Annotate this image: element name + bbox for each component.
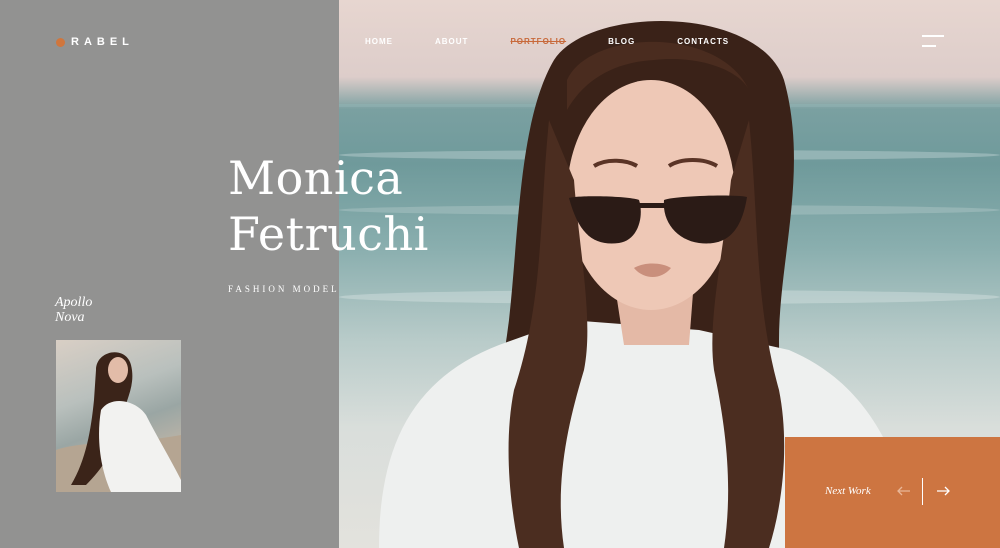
hamburger-menu-icon[interactable] bbox=[922, 35, 944, 49]
main-nav: HOME ABOUT PORTFOLIO BLOG CONTACTS bbox=[365, 36, 771, 48]
nav-item-blog[interactable]: BLOG bbox=[608, 36, 635, 48]
arrow-divider bbox=[922, 478, 923, 505]
page-title: Monica Fetruchi bbox=[228, 150, 429, 262]
page-subtitle: FASHION MODEL bbox=[228, 284, 340, 294]
nav-item-portfolio[interactable]: PORTFOLIO bbox=[510, 36, 566, 48]
brand-name: RABEL bbox=[71, 36, 134, 48]
thumbnail-figure bbox=[56, 352, 181, 492]
nav-item-contacts[interactable]: CONTACTS bbox=[677, 36, 729, 48]
arrow-left-icon[interactable] bbox=[896, 483, 912, 499]
caption-line-last: Nova bbox=[55, 310, 85, 325]
portfolio-thumbnail[interactable] bbox=[56, 340, 181, 492]
thumbnail-caption: Apollo Nova bbox=[55, 295, 92, 325]
title-line-first: Monica bbox=[228, 151, 404, 205]
title-line-last: Fetruchi bbox=[228, 207, 429, 261]
menu-bar bbox=[922, 45, 936, 47]
caption-line-first: Apollo bbox=[55, 295, 93, 310]
logo-dot-icon bbox=[56, 37, 65, 47]
menu-bar bbox=[922, 35, 944, 37]
next-work-panel: Next Work bbox=[785, 437, 1000, 548]
arrow-right-icon[interactable] bbox=[935, 483, 951, 499]
next-work-label[interactable]: Next Work bbox=[825, 485, 871, 497]
nav-item-home[interactable]: HOME bbox=[365, 36, 393, 48]
brand-logo[interactable]: RABEL bbox=[56, 36, 134, 48]
nav-item-about[interactable]: ABOUT bbox=[435, 36, 468, 48]
